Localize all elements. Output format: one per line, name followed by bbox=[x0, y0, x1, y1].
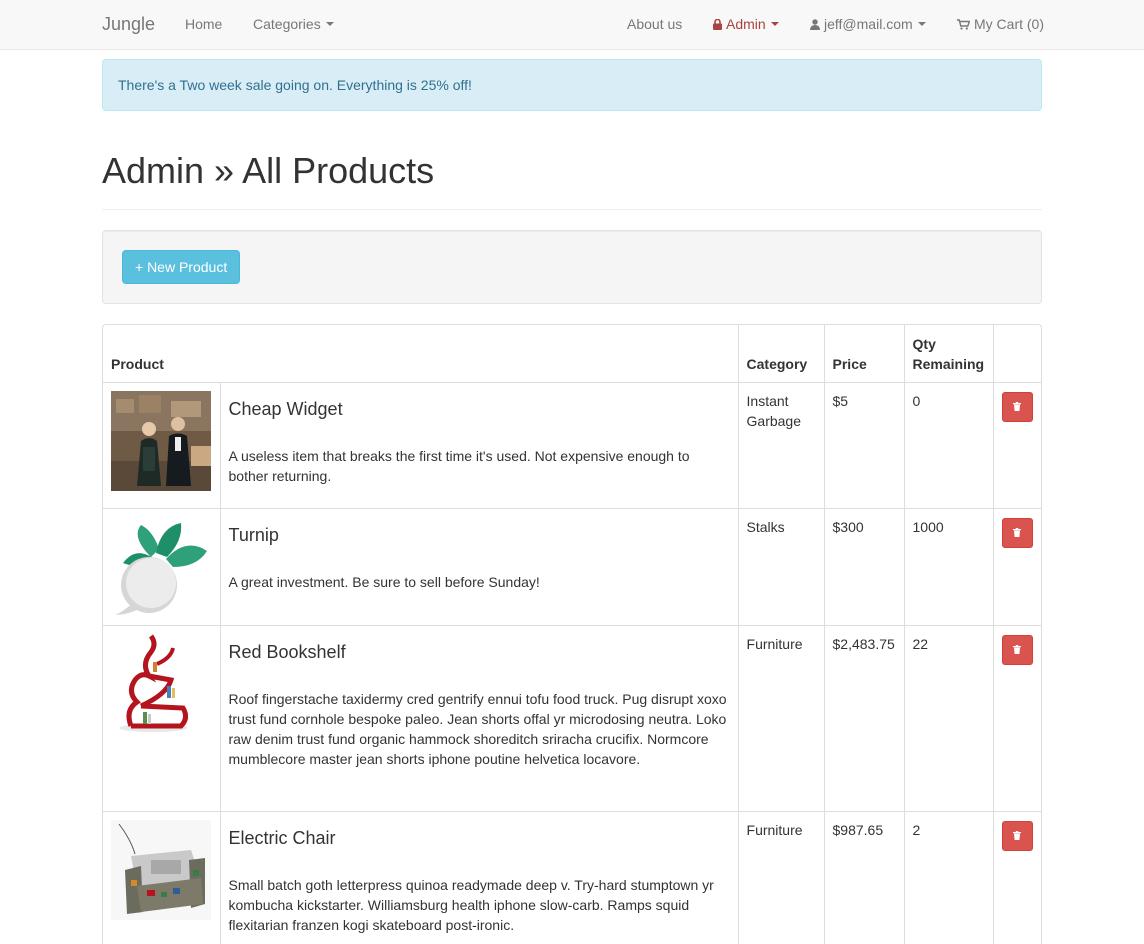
toolbar-well: + New Product bbox=[102, 230, 1042, 304]
nav-categories-dropdown[interactable]: Categories bbox=[253, 15, 334, 33]
product-image bbox=[111, 819, 211, 920]
header-product: Product bbox=[103, 325, 739, 383]
product-name: Red Bookshelf bbox=[228, 641, 346, 662]
nav-cart-link[interactable]: My Cart (0) bbox=[957, 15, 1044, 33]
header-qty: Qty Remaining bbox=[903, 325, 994, 383]
table-row: Cheap Widget A useless item that breaks … bbox=[103, 381, 1041, 509]
product-description: A great investment. Be sure to sell befo… bbox=[228, 573, 540, 590]
top-navbar: Jungle Home Categories About us Admin je… bbox=[0, 0, 1144, 50]
product-description: A useless item that breaks the first tim… bbox=[228, 447, 690, 484]
product-image bbox=[111, 390, 211, 491]
header-price: Price bbox=[823, 325, 905, 383]
product-qty: 22 bbox=[903, 624, 994, 812]
product-price: $5 bbox=[823, 381, 905, 509]
page-title: Admin » All Products bbox=[102, 150, 435, 191]
product-category: Instant Garbage bbox=[737, 381, 825, 509]
header-category: Category bbox=[737, 325, 825, 383]
product-price: $300 bbox=[823, 507, 905, 626]
product-name: Turnip bbox=[228, 524, 279, 545]
product-price: $987.65 bbox=[823, 810, 905, 944]
product-description: Roof fingerstache taxidermy cred gentrif… bbox=[228, 690, 727, 767]
nav-categories-label: Categories bbox=[253, 16, 321, 32]
trash-icon bbox=[1013, 528, 1022, 537]
lock-icon bbox=[713, 18, 722, 30]
nav-admin-label: Admin bbox=[726, 16, 766, 32]
delete-button[interactable] bbox=[1001, 634, 1033, 665]
chevron-down-icon bbox=[917, 22, 926, 26]
cart-icon bbox=[957, 18, 970, 30]
product-category: Furniture bbox=[737, 810, 825, 944]
product-qty: 0 bbox=[903, 381, 994, 509]
nav-admin-dropdown[interactable]: Admin bbox=[713, 15, 779, 33]
trash-icon bbox=[1013, 402, 1022, 411]
product-category: Furniture bbox=[737, 624, 825, 812]
chevron-down-icon bbox=[325, 22, 334, 26]
table-row: Turnip A great investment. Be sure to se… bbox=[103, 507, 1041, 626]
header-actions bbox=[992, 325, 1041, 383]
brand-link[interactable]: Jungle bbox=[102, 14, 155, 34]
table-header-row: Product Category Price Qty Remaining bbox=[103, 325, 1041, 383]
delete-button[interactable] bbox=[1001, 820, 1033, 851]
product-price: $2,483.75 bbox=[823, 624, 905, 812]
table-row: Red Bookshelf Roof fingerstache taxiderm… bbox=[103, 624, 1041, 812]
trash-icon bbox=[1013, 831, 1022, 840]
product-name: Cheap Widget bbox=[228, 398, 343, 419]
product-description: Small batch goth letterpress quinoa read… bbox=[228, 876, 714, 933]
chevron-down-icon bbox=[770, 22, 779, 26]
delete-button[interactable] bbox=[1001, 391, 1033, 422]
nav-about-link[interactable]: About us bbox=[627, 15, 682, 33]
delete-button[interactable] bbox=[1001, 517, 1033, 548]
product-image bbox=[111, 517, 211, 617]
nav-user-label: jeff@mail.com bbox=[824, 16, 913, 32]
nav-user-dropdown[interactable]: jeff@mail.com bbox=[810, 15, 926, 33]
product-name: Electric Chair bbox=[228, 827, 336, 848]
product-qty: 1000 bbox=[903, 507, 994, 626]
products-table: Product Category Price Qty Remaining Che… bbox=[102, 324, 1042, 944]
title-divider bbox=[102, 209, 1042, 210]
user-icon bbox=[810, 18, 820, 30]
sale-alert: There's a Two week sale going on. Everyt… bbox=[102, 59, 1042, 111]
new-product-button[interactable]: + New Product bbox=[122, 250, 241, 284]
product-category: Stalks bbox=[737, 507, 825, 626]
table-row: Electric Chair Small batch goth letterpr… bbox=[103, 810, 1041, 944]
trash-icon bbox=[1013, 645, 1022, 654]
product-image bbox=[111, 634, 211, 734]
product-qty: 2 bbox=[903, 810, 994, 944]
nav-cart-label: My Cart (0) bbox=[974, 16, 1044, 32]
nav-home-link[interactable]: Home bbox=[185, 15, 222, 33]
